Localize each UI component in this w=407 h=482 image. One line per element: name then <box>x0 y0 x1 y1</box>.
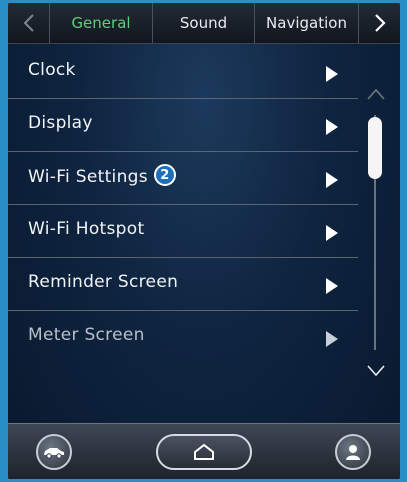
home-icon <box>194 443 214 460</box>
menu-item-label: Wi-Fi Settings <box>28 167 148 187</box>
chevron-right-icon <box>374 14 386 32</box>
play-arrow-icon <box>326 225 338 241</box>
tab-next-button[interactable] <box>358 3 400 43</box>
tab-prev-button[interactable] <box>8 3 50 43</box>
menu-item-wifi-hotspot[interactable]: Wi-Fi Hotspot <box>8 205 358 258</box>
menu-item-display[interactable]: Display <box>8 99 358 152</box>
tab-general[interactable]: General <box>50 3 153 43</box>
play-arrow-icon <box>326 66 338 82</box>
user-icon <box>346 445 360 460</box>
tab-sound[interactable]: Sound <box>153 3 255 43</box>
infotainment-screen: General Sound Navigation Clock Display W… <box>8 3 400 479</box>
menu-item-label-wrap: Wi-Fi Settings 2 <box>28 164 176 188</box>
play-arrow-icon <box>326 172 338 188</box>
play-arrow-icon <box>326 119 338 135</box>
chevron-up-icon[interactable] <box>366 87 386 101</box>
menu-item-clock[interactable]: Clock <box>8 46 358 99</box>
chevron-left-icon <box>23 14 34 32</box>
callout-number-badge: 2 <box>153 164 176 186</box>
menu-item-label: Display <box>28 113 93 133</box>
menu-item-label: Clock <box>28 60 76 80</box>
menu-item-reminder-screen[interactable]: Reminder Screen <box>8 258 358 311</box>
settings-menu-list: Clock Display Wi-Fi Settings 2 Wi-Fi Hots… <box>8 46 358 364</box>
device-frame: General Sound Navigation Clock Display W… <box>0 0 407 482</box>
menu-item-label: Reminder Screen <box>28 272 179 292</box>
menu-item-label: Wi-Fi Hotspot <box>28 219 145 239</box>
chevron-down-icon[interactable] <box>366 363 386 377</box>
scrollbar-thumb[interactable] <box>368 117 382 179</box>
home-button[interactable] <box>156 434 252 470</box>
play-arrow-icon <box>326 278 338 294</box>
tab-navigation[interactable]: Navigation <box>255 3 358 43</box>
menu-item-meter-screen[interactable]: Meter Screen <box>8 311 358 364</box>
car-icon <box>44 448 64 459</box>
bottom-bar <box>8 423 400 479</box>
menu-item-label: Meter Screen <box>28 325 145 345</box>
user-button[interactable] <box>335 434 371 470</box>
settings-tab-bar: General Sound Navigation <box>8 3 400 44</box>
play-arrow-icon <box>326 331 338 347</box>
car-button[interactable] <box>36 434 72 470</box>
menu-item-wifi-settings[interactable]: Wi-Fi Settings 2 <box>8 152 358 205</box>
